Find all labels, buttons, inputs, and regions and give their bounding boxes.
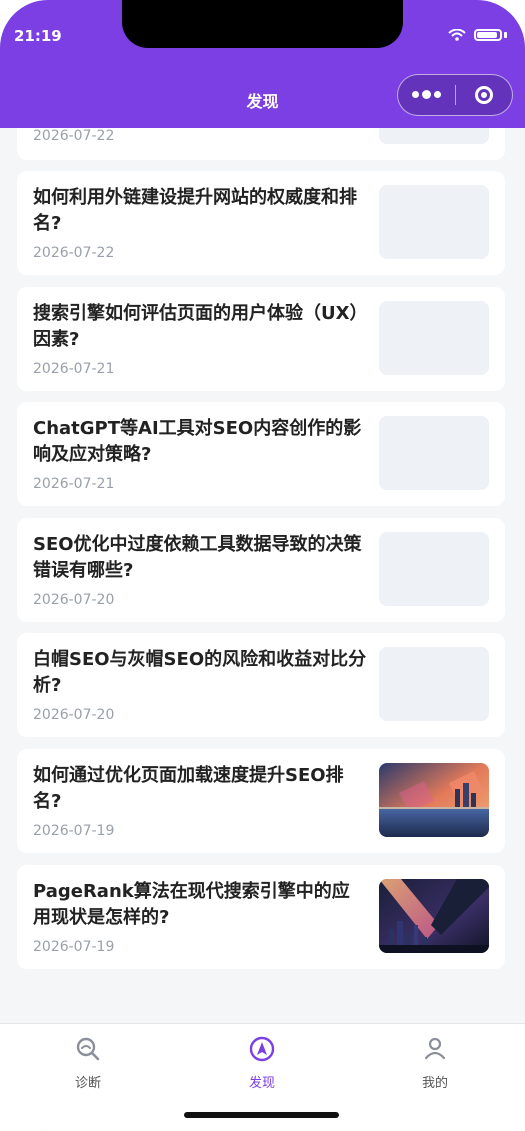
- article-card[interactable]: 如何利用外链建设提升网站的权威度和排名? 2026-07-22: [17, 171, 505, 275]
- article-card[interactable]: 搜索引擎如何评估页面的用户体验（UX）因素? 2026-07-21: [17, 287, 505, 391]
- article-card[interactable]: ChatGPT等AI工具对SEO内容创作的影响及应对策略? 2026-07-21: [17, 402, 505, 506]
- article-title: SEO优化中过度依赖工具数据导致的决策错误有哪些?: [33, 534, 362, 581]
- article-thumbnail: [379, 647, 489, 721]
- home-indicator: [184, 1112, 339, 1118]
- article-card[interactable]: SEO优化中过度依赖工具数据导致的决策错误有哪些? 2026-07-20: [17, 518, 505, 622]
- compass-icon: [249, 1036, 275, 1062]
- phone-screen: 21:19 发现 2026-07-22 如何利用外链建设提升网站的权威度和排名?…: [0, 0, 525, 1131]
- navigation-bar: 21:19 发现: [0, 0, 525, 128]
- person-icon: [424, 1037, 446, 1060]
- night-city-image: [379, 879, 489, 953]
- tab-discover[interactable]: 发现: [212, 1036, 312, 1091]
- article-title: PageRank算法在现代搜索引擎中的应用现状是怎样的?: [33, 881, 350, 928]
- battery-icon: [474, 29, 502, 41]
- tab-label: 我的: [421, 1076, 448, 1091]
- close-miniprogram-icon[interactable]: [455, 86, 512, 104]
- article-date: 2026-07-20: [33, 592, 115, 608]
- wifi-icon: [448, 29, 466, 41]
- article-card[interactable]: 如何通过优化页面加载速度提升SEO排名? 2026-07-19: [17, 749, 505, 853]
- article-title: 如何利用外链建设提升网站的权威度和排名?: [33, 187, 357, 234]
- article-date: 2026-07-20: [33, 707, 115, 723]
- article-thumbnail: [379, 416, 489, 490]
- article-date: 2026-07-19: [33, 823, 115, 839]
- tab-label: 诊断: [74, 1076, 101, 1091]
- device-notch: [122, 0, 403, 48]
- sunset-city-image: [379, 763, 489, 837]
- article-title: 白帽SEO与灰帽SEO的风险和收益对比分析?: [33, 649, 367, 696]
- article-thumbnail: [379, 185, 489, 259]
- tab-diagnose[interactable]: 诊断: [38, 1036, 138, 1091]
- battery-cap: [504, 32, 507, 38]
- status-time: 21:19: [14, 27, 62, 45]
- article-date: 2026-07-19: [33, 939, 115, 955]
- article-thumbnail: [379, 128, 489, 144]
- status-icons: [448, 29, 507, 41]
- search-diagnose-icon: [76, 1037, 100, 1061]
- article-card[interactable]: 2026-07-22: [17, 128, 505, 160]
- article-thumbnail: [379, 532, 489, 606]
- article-thumbnail: [379, 301, 489, 375]
- tab-mine[interactable]: 我的: [385, 1036, 485, 1091]
- article-date: 2026-07-21: [33, 361, 115, 377]
- article-date: 2026-07-22: [33, 128, 115, 144]
- miniprogram-capsule: [397, 74, 513, 116]
- more-icon[interactable]: [398, 90, 455, 99]
- article-date: 2026-07-21: [33, 476, 115, 492]
- article-feed[interactable]: 2026-07-22 如何利用外链建设提升网站的权威度和排名? 2026-07-…: [0, 128, 525, 1023]
- article-title: ChatGPT等AI工具对SEO内容创作的影响及应对策略?: [33, 418, 362, 465]
- tab-label: 发现: [248, 1076, 275, 1091]
- article-title: 搜索引擎如何评估页面的用户体验（UX）因素?: [33, 303, 359, 350]
- article-card[interactable]: 白帽SEO与灰帽SEO的风险和收益对比分析? 2026-07-20: [17, 633, 505, 737]
- article-date: 2026-07-22: [33, 245, 115, 261]
- article-card[interactable]: PageRank算法在现代搜索引擎中的应用现状是怎样的? 2026-07-19: [17, 865, 505, 969]
- article-title: 如何通过优化页面加载速度提升SEO排名?: [33, 765, 344, 812]
